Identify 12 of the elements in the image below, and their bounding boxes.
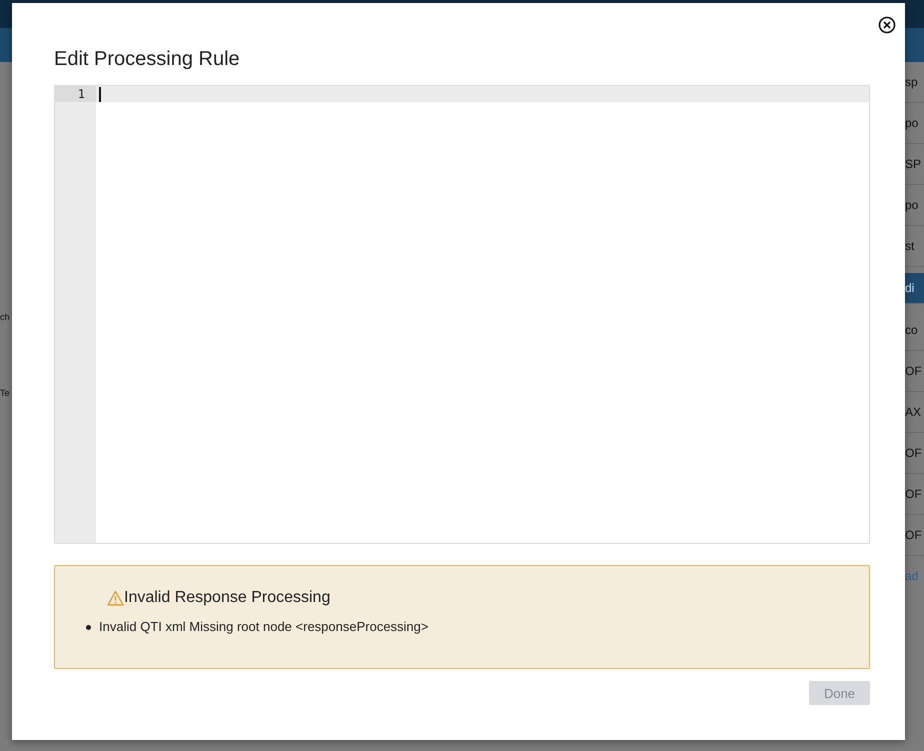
background-text: ch	[0, 312, 10, 322]
warning-icon	[107, 590, 124, 606]
background-header: di	[905, 273, 924, 304]
bullet-icon	[86, 624, 91, 630]
line-number: 1	[55, 86, 96, 102]
text-cursor	[99, 87, 101, 102]
alert-title: Invalid Response Processing	[124, 589, 330, 607]
error-message: Invalid QTI xml Missing root node <responseProcessing>	[99, 618, 428, 636]
code-editor[interactable]: 1	[54, 85, 870, 544]
close-icon[interactable]	[878, 16, 896, 34]
background-text: Te	[0, 388, 10, 398]
dialog-title: Edit Processing Rule	[54, 47, 241, 71]
